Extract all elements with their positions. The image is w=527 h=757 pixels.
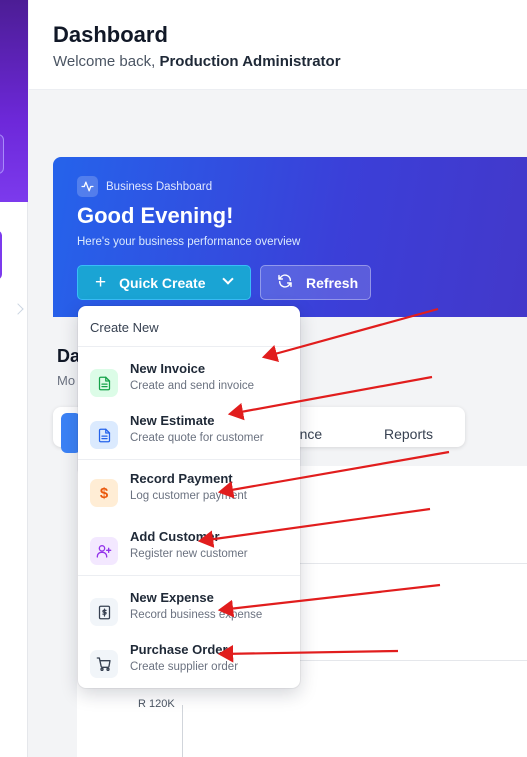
quick-create-label: Quick Create: [119, 274, 206, 291]
menu-item-desc: Log customer payment: [130, 490, 247, 502]
sidebar: [0, 0, 28, 757]
section-title: Da: [57, 346, 81, 366]
dollar-icon: $: [90, 479, 118, 507]
activity-icon: [77, 176, 98, 197]
quick-create-menu: Create New New Invoice Create and send i…: [78, 306, 300, 688]
plus-icon: +: [95, 272, 107, 293]
cart-icon: [90, 650, 118, 678]
menu-item-desc: Create supplier order: [130, 661, 239, 673]
hero-banner: Business Dashboard Good Evening! Here's …: [53, 157, 527, 317]
greeting-subtitle: Here's your business performance overvie…: [77, 236, 301, 248]
hero-tag-label: Business Dashboard: [106, 180, 213, 193]
sidebar-toggle-button[interactable]: [0, 134, 4, 174]
menu-item-title: Record Payment: [130, 471, 233, 486]
section-subtitle: Mo: [57, 373, 76, 388]
greeting-title: Good Evening!: [77, 203, 234, 228]
menu-heading: Create New: [90, 320, 159, 335]
welcome-message: Welcome back, Production Administrator: [53, 53, 341, 70]
menu-item-new-estimate[interactable]: New Estimate Create quote for customer: [78, 413, 300, 459]
menu-item-desc: Register new customer: [130, 548, 248, 560]
menu-item-record-payment[interactable]: $ Record Payment Log customer payment: [78, 471, 300, 517]
sidebar-item-active[interactable]: [0, 230, 2, 280]
menu-item-desc: Record business expense: [130, 609, 263, 621]
menu-item-desc: Create quote for customer: [130, 432, 264, 444]
menu-item-desc: Create and send invoice: [130, 380, 255, 392]
page-title: Dashboard: [53, 22, 168, 47]
menu-item-title: New Invoice: [130, 361, 206, 376]
menu-item-purchase-order[interactable]: Purchase Order Create supplier order: [78, 642, 300, 688]
menu-divider: [78, 346, 300, 347]
menu-item-title: New Estimate: [130, 413, 215, 428]
chevron-down-icon: [222, 273, 234, 285]
hero-tag: Business Dashboard: [77, 176, 212, 197]
refresh-label: Refresh: [306, 274, 359, 291]
menu-item-new-invoice[interactable]: New Invoice Create and send invoice: [78, 361, 300, 407]
sidebar-brand-area: [0, 0, 28, 202]
menu-divider: [78, 459, 300, 460]
refresh-icon: [277, 273, 293, 292]
user-name: Production Administrator: [159, 53, 341, 70]
chart-y-axis: [182, 705, 183, 757]
chart-y-tick-label: R 120K: [138, 698, 175, 710]
menu-item-add-customer[interactable]: Add Customer Register new customer: [78, 529, 300, 575]
chevron-down-icon[interactable]: [12, 303, 24, 315]
refresh-button[interactable]: Refresh: [260, 265, 371, 300]
quick-create-button[interactable]: + Quick Create: [77, 265, 251, 300]
menu-divider: [78, 575, 300, 576]
tab-reports[interactable]: Reports: [384, 426, 433, 442]
receipt-icon: [90, 598, 118, 626]
document-icon: [90, 421, 118, 449]
chart-gridline: [300, 660, 527, 661]
page-header: Dashboard Welcome back, Production Admin…: [29, 0, 527, 90]
chart-gridline: [300, 563, 527, 564]
menu-item-new-expense[interactable]: New Expense Record business expense: [78, 590, 300, 636]
document-icon: [90, 369, 118, 397]
welcome-prefix: Welcome back,: [53, 53, 160, 70]
menu-item-title: New Expense: [130, 590, 214, 605]
menu-item-title: Purchase Order: [130, 642, 228, 657]
menu-item-title: Add Customer: [130, 529, 220, 544]
user-plus-icon: [90, 537, 118, 565]
